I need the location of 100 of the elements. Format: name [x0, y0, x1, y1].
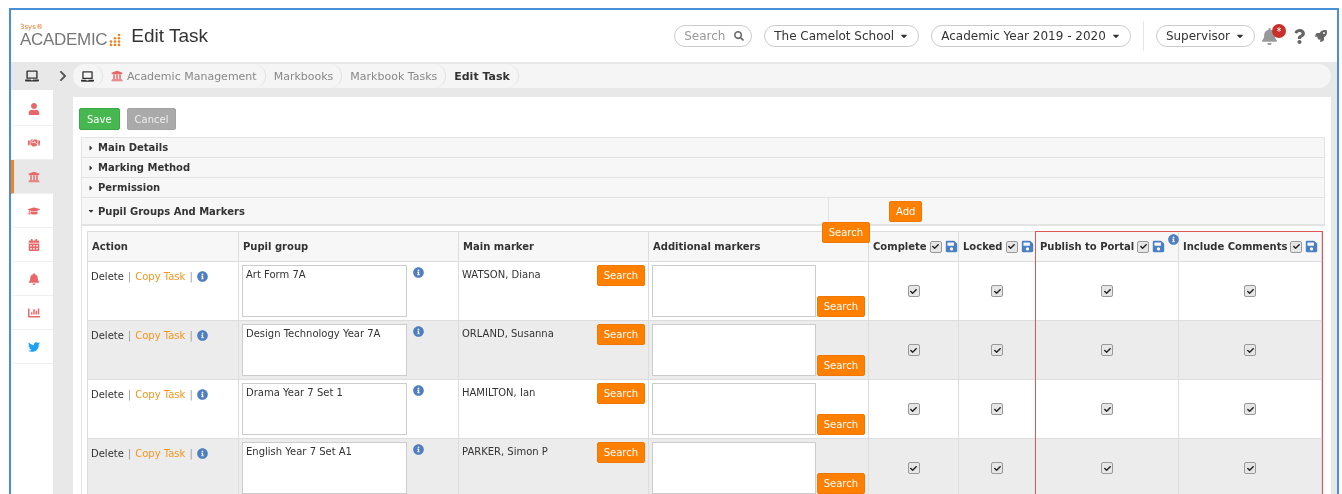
save-button[interactable]: Save — [79, 108, 120, 130]
checkbox[interactable] — [1244, 462, 1256, 474]
checkbox[interactable] — [1101, 344, 1113, 356]
checkbox[interactable] — [991, 462, 1003, 474]
pupil-group-field[interactable]: Design Technology Year 7A — [242, 324, 407, 376]
bank-icon — [27, 170, 40, 183]
copy-task-link[interactable]: Copy Task — [135, 330, 186, 341]
info-icon[interactable] — [196, 448, 208, 459]
section-header[interactable]: Permission — [87, 182, 161, 193]
check-icon — [910, 287, 917, 295]
additional-markers-field[interactable] — [652, 442, 816, 494]
help-icon[interactable] — [1292, 28, 1307, 44]
section-header[interactable]: Marking Method — [87, 162, 191, 173]
search-button[interactable]: Search — [596, 383, 645, 404]
pupil-group-field[interactable]: English Year 7 Set A1 — [242, 442, 407, 494]
check-icon — [910, 405, 917, 413]
checkbox[interactable] — [1101, 285, 1113, 297]
search-field[interactable]: Search — [674, 25, 753, 47]
checkbox[interactable] — [1290, 240, 1303, 253]
bar-chart-icon — [27, 306, 40, 319]
bird-icon — [27, 340, 40, 353]
rocket-icon[interactable] — [1315, 30, 1327, 42]
search-button[interactable]: Search — [821, 222, 870, 243]
separator: | — [189, 448, 193, 459]
separator: | — [189, 330, 193, 341]
search-button[interactable]: Search — [816, 355, 865, 376]
info-icon[interactable] — [413, 326, 424, 337]
bank-icon — [111, 70, 123, 82]
column-header: Action — [92, 241, 128, 252]
section-header[interactable]: Main Details — [87, 142, 169, 153]
check-icon — [1246, 346, 1254, 354]
separator: | — [127, 389, 132, 400]
save-icon[interactable] — [1152, 240, 1166, 253]
info-icon[interactable] — [413, 385, 424, 396]
breadcrumb-item[interactable]: Markbook Tasks — [342, 64, 447, 88]
search-button[interactable]: Search — [596, 324, 645, 345]
check-icon — [910, 464, 917, 472]
checkbox[interactable] — [1244, 285, 1256, 297]
separator: | — [127, 448, 132, 459]
checkbox[interactable] — [1244, 344, 1256, 356]
info-icon[interactable] — [413, 444, 424, 455]
checkbox[interactable] — [929, 240, 942, 253]
separator: | — [127, 330, 132, 341]
column-header: Complete — [873, 241, 927, 252]
save-icon[interactable] — [1305, 240, 1319, 253]
main-marker-name: PARKER, Simon P — [462, 446, 548, 457]
check-icon — [1103, 346, 1111, 354]
additional-markers-field[interactable] — [652, 265, 816, 317]
delete-link[interactable]: Delete — [91, 448, 124, 459]
copy-task-link[interactable]: Copy Task — [135, 389, 186, 400]
check-icon — [1139, 243, 1147, 250]
checkbox[interactable] — [991, 285, 1003, 297]
check-icon — [932, 243, 940, 250]
delete-link[interactable]: Delete — [91, 271, 124, 282]
copy-task-link[interactable]: Copy Task — [135, 448, 186, 459]
pupil-group-field[interactable]: Art Form 7A — [242, 265, 407, 317]
pupil-group-field[interactable]: Drama Year 7 Set 1 — [242, 383, 407, 435]
checkbox[interactable] — [1137, 240, 1150, 253]
additional-markers-field[interactable] — [652, 383, 816, 435]
checkbox[interactable] — [1101, 462, 1113, 474]
info-icon[interactable] — [196, 271, 208, 282]
info-icon[interactable] — [196, 389, 208, 400]
checkbox[interactable] — [1101, 403, 1113, 415]
checkbox[interactable] — [991, 403, 1003, 415]
search-button[interactable]: Search — [816, 473, 865, 494]
add-button[interactable]: Add — [889, 200, 923, 222]
search-button[interactable]: Search — [816, 296, 865, 317]
section-header[interactable]: Pupil Groups And Markers — [87, 205, 245, 217]
delete-link[interactable]: Delete — [91, 389, 124, 400]
breadcrumb-item[interactable]: Edit Task — [446, 64, 519, 88]
checkbox[interactable] — [1244, 403, 1256, 415]
checkbox[interactable] — [907, 285, 920, 297]
checkbox[interactable] — [1005, 240, 1018, 253]
search-button[interactable]: Search — [816, 414, 865, 435]
checkbox[interactable] — [907, 403, 920, 415]
column-header: Main marker — [463, 241, 534, 252]
save-icon[interactable] — [944, 240, 958, 253]
checkbox[interactable] — [907, 344, 920, 356]
check-icon — [1246, 464, 1254, 472]
notification-badge: * — [1272, 24, 1286, 38]
breadcrumb-item[interactable]: Markbooks — [265, 64, 343, 88]
search-button[interactable]: Search — [596, 442, 645, 463]
checkbox[interactable] — [907, 462, 920, 474]
save-icon[interactable] — [1020, 240, 1034, 253]
bell-icon[interactable] — [1261, 27, 1278, 45]
copy-task-link[interactable]: Copy Task — [135, 271, 186, 282]
check-icon — [1246, 287, 1254, 295]
checkbox[interactable] — [991, 344, 1003, 356]
main-marker-name: ORLAND, Susanna — [462, 328, 554, 339]
additional-markers-field[interactable] — [652, 324, 816, 376]
info-icon[interactable] — [1168, 234, 1180, 245]
search-button[interactable]: Search — [596, 265, 645, 286]
info-icon[interactable] — [196, 330, 208, 341]
breadcrumb-item[interactable]: Academic Management — [103, 64, 266, 88]
check-icon — [993, 287, 1001, 295]
check-icon — [1008, 243, 1015, 250]
info-icon[interactable] — [413, 267, 424, 278]
check-icon — [1103, 405, 1111, 413]
check-icon — [910, 346, 917, 354]
delete-link[interactable]: Delete — [91, 330, 124, 341]
